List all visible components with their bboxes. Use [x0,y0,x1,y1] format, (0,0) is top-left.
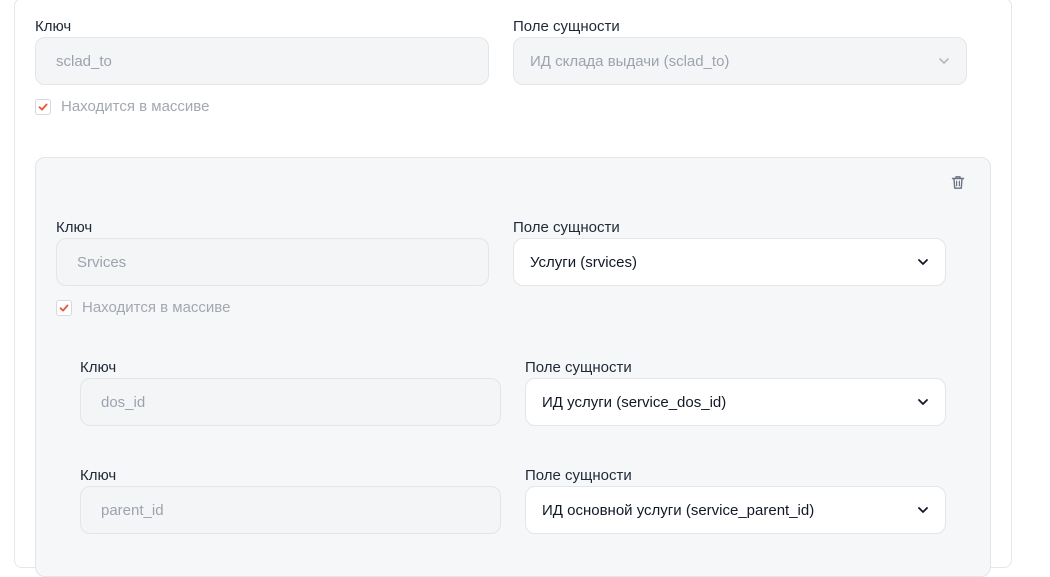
in-array-label: Находится в массиве [61,98,210,115]
key-input-value: Srvices [77,253,127,271]
key-label: Ключ [56,219,93,236]
delete-mapping-button[interactable] [950,174,966,190]
checkmark-icon [59,304,69,311]
key-label: Ключ [35,18,72,35]
key-label: Ключ [80,467,117,484]
entity-field-label: Поле сущности [525,359,632,376]
checkmark-icon [38,103,48,110]
in-array-checkbox[interactable] [35,98,51,115]
key-input-srvices[interactable]: Srvices [56,238,489,286]
entity-field-value: ИД склада выдачи (sclad_to) [530,52,730,70]
chevron-down-icon [939,58,949,64]
key-input-sclad-to[interactable]: sclad_to [35,37,489,85]
entity-field-label: Поле сущности [513,219,620,236]
key-input-parent-id[interactable]: parent_id [80,486,501,534]
in-array-checkbox-row[interactable]: Находится в массиве [56,299,230,316]
entity-field-value: ИД основной услуги (service_parent_id) [542,501,815,519]
chevron-down-icon [918,399,928,405]
in-array-label: Находится в массиве [82,299,231,316]
entity-field-select-sclad-to[interactable]: ИД склада выдачи (sclad_to) [513,37,967,85]
entity-field-value: ИД услуги (service_dos_id) [542,393,727,411]
in-array-checkbox[interactable] [56,299,72,316]
trash-icon [951,175,965,189]
key-input-value: sclad_to [56,52,112,70]
key-input-value: parent_id [101,501,164,519]
chevron-down-icon [918,259,928,265]
chevron-down-icon [918,507,928,513]
key-input-value: dos_id [101,393,146,411]
entity-field-select-parent-id[interactable]: ИД основной услуги (service_parent_id) [525,486,946,534]
entity-field-label: Поле сущности [525,467,632,484]
entity-field-label: Поле сущности [513,18,620,35]
in-array-checkbox-row[interactable]: Находится в массиве [35,98,209,115]
key-label: Ключ [80,359,117,376]
entity-field-value: Услуги (srvices) [530,253,637,271]
entity-field-select-srvices[interactable]: Услуги (srvices) [513,238,946,286]
key-input-dos-id[interactable]: dos_id [80,378,501,426]
entity-field-select-dos-id[interactable]: ИД услуги (service_dos_id) [525,378,946,426]
